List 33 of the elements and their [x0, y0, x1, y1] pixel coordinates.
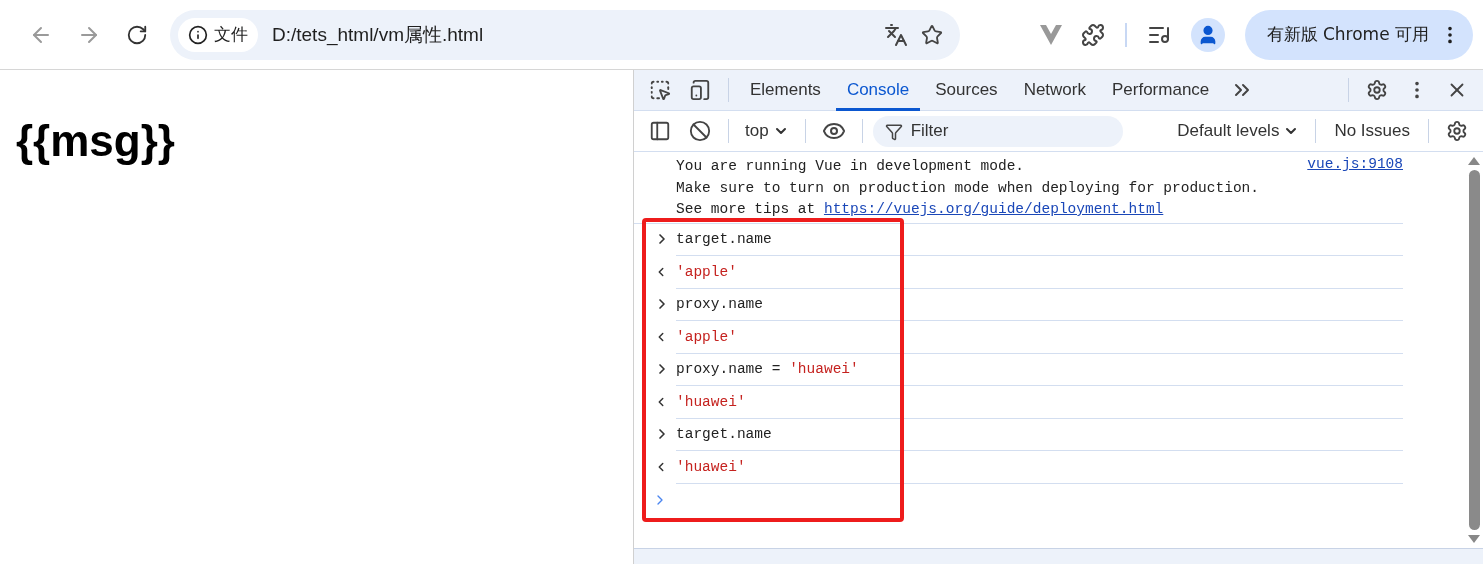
log-message-line: See more tips at https://vuejs.org/guide/deployment.html — [676, 200, 1165, 219]
address-bar[interactable]: 文件 D:/tets_html/vm属性.html — [170, 9, 960, 60]
console-result: 'huawei' — [676, 458, 746, 475]
filter-field[interactable]: Filter — [872, 115, 1123, 147]
source-link[interactable]: vue.js:9108 — [1307, 156, 1403, 221]
docs-link[interactable]: https://vuejs.org/guide/deployment.html — [823, 201, 1164, 217]
console-result: 'huawei' — [676, 393, 746, 410]
devtools-tab[interactable]: Sources — [924, 69, 1009, 111]
reload-icon[interactable] — [126, 23, 148, 46]
devtools-tab[interactable]: Elements — [739, 69, 832, 111]
page-heading: {{msg}} — [16, 116, 176, 166]
scrollbar-thumb[interactable] — [1468, 170, 1480, 530]
filter-icon — [884, 122, 903, 141]
devtools-tab[interactable]: Performance — [1101, 69, 1221, 111]
devtools-tab[interactable]: Network — [1012, 69, 1097, 111]
issues-count: No Issues — [1333, 121, 1411, 141]
scroll-up-icon[interactable] — [1467, 156, 1481, 166]
console-command: proxy.name = 'huawei' — [676, 361, 859, 378]
context-dropdown[interactable]: top — [739, 121, 795, 141]
profile-avatar[interactable] — [1190, 17, 1225, 52]
info-icon — [188, 24, 208, 45]
console-result: 'apple' — [676, 263, 737, 280]
console-command: target.name — [676, 426, 772, 443]
scroll-down-icon[interactable] — [1467, 534, 1481, 544]
site-info-button[interactable]: 文件 — [178, 17, 258, 52]
log-message-line: You are running Vue in development mode. — [676, 157, 1026, 176]
console-command: target.name — [676, 231, 772, 248]
console-command: proxy.name — [676, 296, 763, 313]
log-message-line: Make sure to turn on production mode when deploying for production. — [676, 178, 1260, 198]
update-chrome-button[interactable]: 有新版 Chrome 可用 — [1244, 9, 1473, 60]
console-result: 'apple' — [676, 328, 737, 345]
log-levels-dropdown[interactable]: Default levels — [1171, 121, 1306, 141]
url-text: D:/tets_html/vm属性.html — [272, 22, 485, 48]
